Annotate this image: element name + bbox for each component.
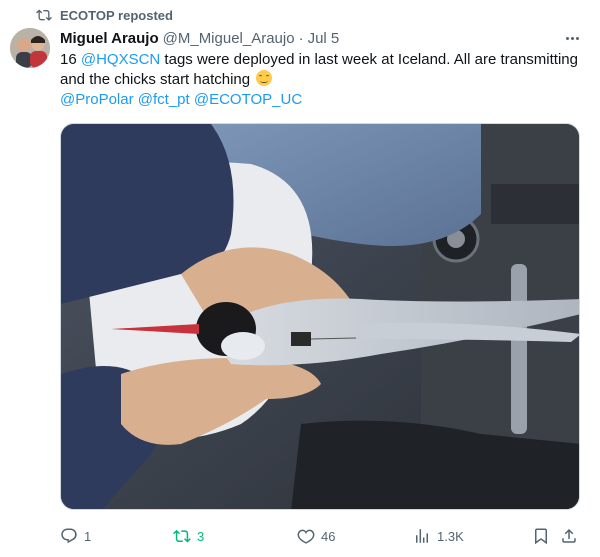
share-icon bbox=[562, 528, 576, 543]
reply-icon bbox=[61, 528, 77, 544]
views-button[interactable]: 1.3K bbox=[413, 527, 464, 545]
author-name[interactable]: Miguel Araujo bbox=[60, 30, 159, 47]
share-button[interactable] bbox=[560, 527, 578, 545]
tag-count: 16 bbox=[60, 51, 77, 68]
repost-button[interactable]: 3 bbox=[173, 527, 204, 545]
reply-count: 1 bbox=[84, 528, 92, 544]
tweet-photo[interactable] bbox=[60, 123, 580, 510]
tweet-actions: 1 3 46 1.3K bbox=[60, 525, 580, 547]
tweet-text: 16 @HQXSCN tags were deployed in last we… bbox=[60, 50, 580, 110]
repost-icon bbox=[173, 529, 191, 543]
more-options-icon[interactable] bbox=[562, 30, 582, 46]
mention-propolar[interactable]: @ProPolar bbox=[60, 91, 134, 108]
mention-hqxscn[interactable]: @HQXSCN bbox=[81, 51, 160, 68]
avatar[interactable] bbox=[10, 28, 50, 68]
repost-icon bbox=[36, 9, 52, 21]
views-count: 1.3K bbox=[437, 528, 464, 544]
heart-icon bbox=[297, 529, 315, 544]
like-count: 46 bbox=[321, 528, 336, 544]
bookmark-button[interactable] bbox=[532, 527, 550, 545]
like-button[interactable]: 46 bbox=[297, 527, 335, 545]
tweet-date[interactable]: Jul 5 bbox=[308, 30, 340, 47]
repost-indicator[interactable]: ECOTOP reposted bbox=[36, 6, 173, 24]
mention-fct[interactable]: @fct_pt bbox=[138, 91, 190, 108]
author-handle[interactable]: @M_Miguel_Araujo bbox=[163, 30, 295, 47]
mention-ecotop[interactable]: @ECOTOP_UC bbox=[194, 91, 302, 108]
repost-count: 3 bbox=[197, 528, 205, 544]
reply-button[interactable]: 1 bbox=[60, 527, 91, 545]
repost-label: ECOTOP reposted bbox=[60, 7, 173, 23]
views-chart-icon bbox=[416, 529, 428, 543]
smiling-face-emoji-icon bbox=[256, 70, 273, 86]
separator: · bbox=[298, 29, 304, 47]
bookmark-icon bbox=[535, 528, 547, 545]
tweet-header: Miguel Araujo @M_Miguel_Araujo · Jul 5 bbox=[60, 28, 560, 48]
